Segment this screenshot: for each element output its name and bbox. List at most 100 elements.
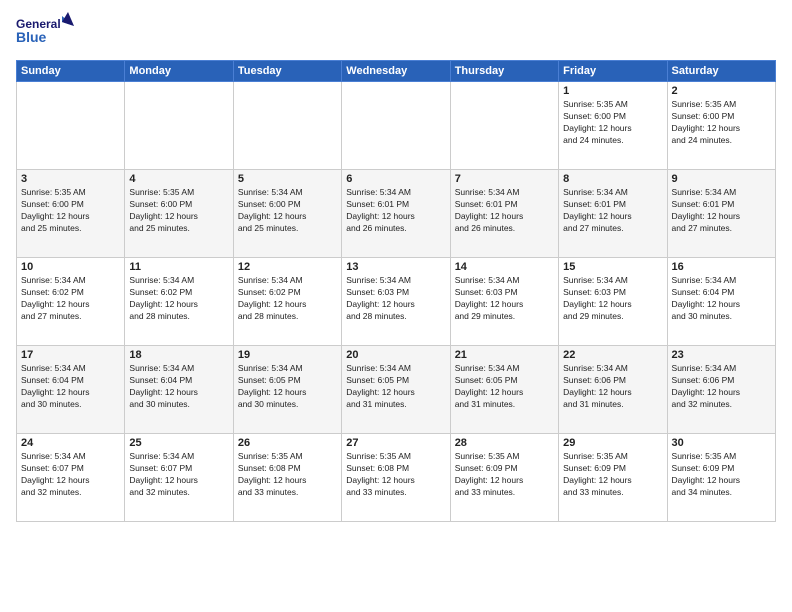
day-header-wednesday: Wednesday (342, 61, 450, 82)
day-info: Sunrise: 5:34 AM Sunset: 6:04 PM Dayligh… (21, 363, 120, 411)
calendar-cell: 8 Sunrise: 5:34 AM Sunset: 6:01 PM Daylig… (559, 170, 667, 258)
calendar-cell: 20 Sunrise: 5:34 AM Sunset: 6:05 PM Dayli… (342, 346, 450, 434)
day-info: Sunrise: 5:34 AM Sunset: 6:00 PM Dayligh… (238, 187, 337, 235)
calendar-cell (342, 82, 450, 170)
calendar-cell: 17 Sunrise: 5:34 AM Sunset: 6:04 PM Dayli… (17, 346, 125, 434)
day-info: Sunrise: 5:34 AM Sunset: 6:04 PM Dayligh… (129, 363, 228, 411)
logo: General Blue (16, 12, 76, 52)
day-info: Sunrise: 5:34 AM Sunset: 6:07 PM Dayligh… (21, 451, 120, 499)
svg-text:Blue: Blue (16, 29, 47, 45)
day-number: 14 (455, 261, 554, 273)
day-info: Sunrise: 5:34 AM Sunset: 6:03 PM Dayligh… (455, 275, 554, 323)
calendar-cell: 23Sunrise: 5:34 AM Sunset: 6:06 PM Dayli… (667, 346, 775, 434)
day-number: 26 (238, 437, 337, 449)
day-header-sunday: Sunday (17, 61, 125, 82)
day-number: 28 (455, 437, 554, 449)
calendar-cell: 25 Sunrise: 5:34 AM Sunset: 6:07 PM Dayli… (125, 434, 233, 522)
calendar-cell (17, 82, 125, 170)
day-number: 25 (129, 437, 228, 449)
day-info: Sunrise: 5:34 AM Sunset: 6:05 PM Dayligh… (238, 363, 337, 411)
header: General Blue (16, 12, 776, 52)
calendar-cell: 9Sunrise: 5:34 AM Sunset: 6:01 PM Daylig… (667, 170, 775, 258)
day-number: 1 (563, 85, 662, 97)
day-header-friday: Friday (559, 61, 667, 82)
calendar-cell (450, 82, 558, 170)
calendar-cell (233, 82, 341, 170)
day-number: 20 (346, 349, 445, 361)
day-info: Sunrise: 5:35 AM Sunset: 6:00 PM Dayligh… (672, 99, 771, 147)
day-info: Sunrise: 5:35 AM Sunset: 6:09 PM Dayligh… (563, 451, 662, 499)
calendar-cell: 7Sunrise: 5:34 AM Sunset: 6:01 PM Daylig… (450, 170, 558, 258)
calendar-cell: 13 Sunrise: 5:34 AM Sunset: 6:03 PM Dayli… (342, 258, 450, 346)
day-number: 3 (21, 173, 120, 185)
day-info: Sunrise: 5:35 AM Sunset: 6:09 PM Dayligh… (455, 451, 554, 499)
calendar-cell: 6 Sunrise: 5:34 AM Sunset: 6:01 PM Daylig… (342, 170, 450, 258)
calendar-cell: 4 Sunrise: 5:35 AM Sunset: 6:00 PM Daylig… (125, 170, 233, 258)
calendar-week-5: 24 Sunrise: 5:34 AM Sunset: 6:07 PM Dayli… (17, 434, 776, 522)
day-number: 24 (21, 437, 120, 449)
calendar-cell: 3 Sunrise: 5:35 AM Sunset: 6:00 PM Daylig… (17, 170, 125, 258)
day-number: 2 (672, 85, 771, 97)
calendar-cell: 1 Sunrise: 5:35 AM Sunset: 6:00 PM Daylig… (559, 82, 667, 170)
logo-svg: General Blue (16, 12, 76, 52)
day-info: Sunrise: 5:34 AM Sunset: 6:06 PM Dayligh… (563, 363, 662, 411)
day-header-thursday: Thursday (450, 61, 558, 82)
calendar-cell: 30 Sunrise: 5:35 AM Sunset: 6:09 PM Dayli… (667, 434, 775, 522)
day-info: Sunrise: 5:35 AM Sunset: 6:00 PM Dayligh… (129, 187, 228, 235)
day-info: Sunrise: 5:34 AM Sunset: 6:05 PM Dayligh… (455, 363, 554, 411)
day-number: 21 (455, 349, 554, 361)
day-header-monday: Monday (125, 61, 233, 82)
calendar-cell: 16Sunrise: 5:34 AM Sunset: 6:04 PM Dayli… (667, 258, 775, 346)
calendar-cell: 10 Sunrise: 5:34 AM Sunset: 6:02 PM Dayli… (17, 258, 125, 346)
day-number: 18 (129, 349, 228, 361)
calendar-cell: 29 Sunrise: 5:35 AM Sunset: 6:09 PM Dayli… (559, 434, 667, 522)
day-info: Sunrise: 5:34 AM Sunset: 6:01 PM Dayligh… (455, 187, 554, 235)
day-number: 9 (672, 173, 771, 185)
calendar-cell: 28 Sunrise: 5:35 AM Sunset: 6:09 PM Dayli… (450, 434, 558, 522)
day-number: 15 (563, 261, 662, 273)
calendar-header-row: SundayMondayTuesdayWednesdayThursdayFrid… (17, 61, 776, 82)
day-number: 8 (563, 173, 662, 185)
day-number: 10 (21, 261, 120, 273)
day-info: Sunrise: 5:35 AM Sunset: 6:00 PM Dayligh… (563, 99, 662, 147)
day-number: 17 (21, 349, 120, 361)
day-info: Sunrise: 5:34 AM Sunset: 6:03 PM Dayligh… (346, 275, 445, 323)
calendar-cell (125, 82, 233, 170)
calendar-cell: 12 Sunrise: 5:34 AM Sunset: 6:02 PM Dayli… (233, 258, 341, 346)
day-info: Sunrise: 5:34 AM Sunset: 6:01 PM Dayligh… (563, 187, 662, 235)
day-header-saturday: Saturday (667, 61, 775, 82)
day-number: 6 (346, 173, 445, 185)
calendar-cell: 24 Sunrise: 5:34 AM Sunset: 6:07 PM Dayli… (17, 434, 125, 522)
calendar-cell: 18 Sunrise: 5:34 AM Sunset: 6:04 PM Dayli… (125, 346, 233, 434)
day-number: 13 (346, 261, 445, 273)
day-info: Sunrise: 5:34 AM Sunset: 6:03 PM Dayligh… (563, 275, 662, 323)
calendar-cell: 19Sunrise: 5:34 AM Sunset: 6:05 PM Dayli… (233, 346, 341, 434)
day-number: 29 (563, 437, 662, 449)
day-info: Sunrise: 5:35 AM Sunset: 6:09 PM Dayligh… (672, 451, 771, 499)
calendar-cell: 14 Sunrise: 5:34 AM Sunset: 6:03 PM Dayli… (450, 258, 558, 346)
day-number: 5 (238, 173, 337, 185)
day-info: Sunrise: 5:34 AM Sunset: 6:06 PM Dayligh… (672, 363, 771, 411)
calendar-cell: 5 Sunrise: 5:34 AM Sunset: 6:00 PM Daylig… (233, 170, 341, 258)
day-number: 11 (129, 261, 228, 273)
day-number: 4 (129, 173, 228, 185)
calendar-week-3: 10 Sunrise: 5:34 AM Sunset: 6:02 PM Dayli… (17, 258, 776, 346)
day-number: 30 (672, 437, 771, 449)
page: General Blue SundayMondayTuesdayWednesda… (0, 0, 792, 612)
day-info: Sunrise: 5:35 AM Sunset: 6:00 PM Dayligh… (21, 187, 120, 235)
day-info: Sunrise: 5:34 AM Sunset: 6:02 PM Dayligh… (21, 275, 120, 323)
calendar-cell: 15 Sunrise: 5:34 AM Sunset: 6:03 PM Dayli… (559, 258, 667, 346)
day-number: 16 (672, 261, 771, 273)
day-info: Sunrise: 5:34 AM Sunset: 6:05 PM Dayligh… (346, 363, 445, 411)
day-info: Sunrise: 5:34 AM Sunset: 6:02 PM Dayligh… (238, 275, 337, 323)
day-info: Sunrise: 5:34 AM Sunset: 6:07 PM Dayligh… (129, 451, 228, 499)
calendar-week-4: 17 Sunrise: 5:34 AM Sunset: 6:04 PM Dayli… (17, 346, 776, 434)
calendar-cell: 27Sunrise: 5:35 AM Sunset: 6:08 PM Dayli… (342, 434, 450, 522)
calendar-cell: 21 Sunrise: 5:34 AM Sunset: 6:05 PM Dayli… (450, 346, 558, 434)
day-info: Sunrise: 5:35 AM Sunset: 6:08 PM Dayligh… (238, 451, 337, 499)
day-info: Sunrise: 5:34 AM Sunset: 6:02 PM Dayligh… (129, 275, 228, 323)
calendar-table: SundayMondayTuesdayWednesdayThursdayFrid… (16, 60, 776, 522)
calendar-cell: 22Sunrise: 5:34 AM Sunset: 6:06 PM Dayli… (559, 346, 667, 434)
day-info: Sunrise: 5:34 AM Sunset: 6:01 PM Dayligh… (346, 187, 445, 235)
day-number: 12 (238, 261, 337, 273)
